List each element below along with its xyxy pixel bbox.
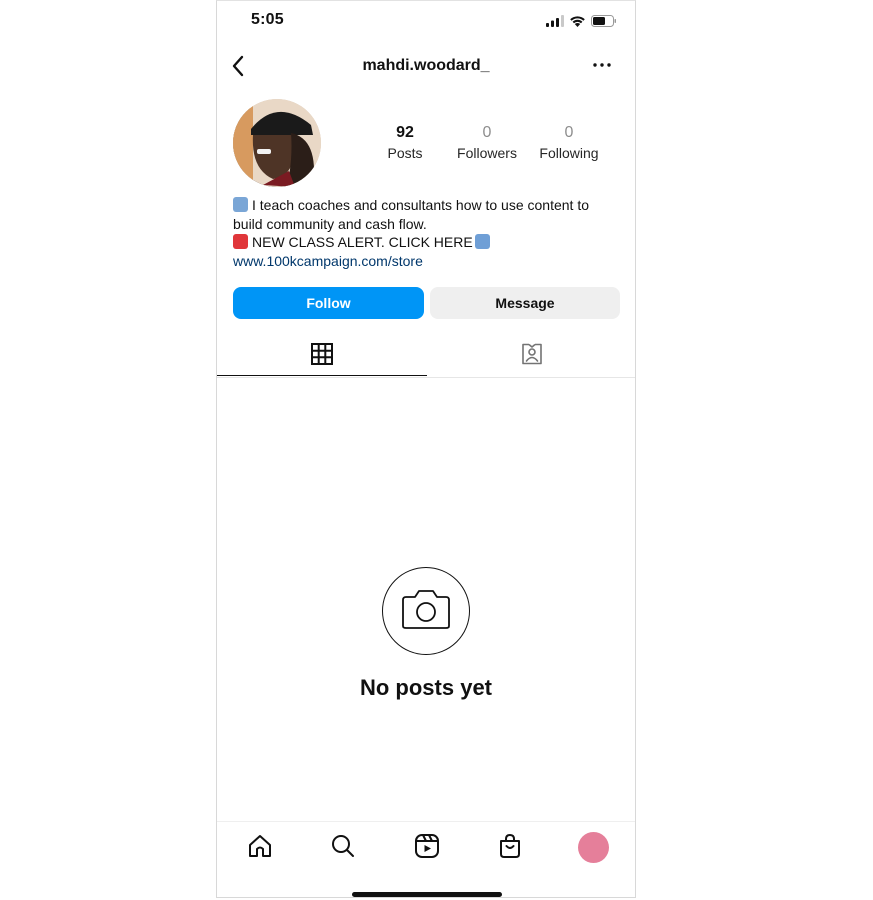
avatar-illustration: [233, 99, 321, 187]
posts-count: 92: [396, 124, 414, 141]
more-horizontal-icon: [591, 60, 613, 77]
profile-avatar: [578, 832, 609, 863]
tab-posts-grid[interactable]: [217, 337, 427, 376]
more-options-button[interactable]: [591, 57, 613, 73]
bottom-nav: [217, 821, 635, 874]
wifi-icon: [569, 14, 586, 32]
status-icons: [546, 14, 617, 32]
reels-icon: [414, 833, 440, 864]
shopping-bag-icon: [497, 833, 523, 864]
profile-stats: 92 Posts 0 Followers 0 Following: [367, 124, 607, 163]
home-icon: [247, 833, 273, 864]
follow-button[interactable]: Follow: [233, 287, 424, 319]
following-count: 0: [564, 124, 574, 141]
message-button[interactable]: Message: [430, 287, 620, 319]
tab-tagged[interactable]: [427, 337, 635, 375]
status-time: 5:05: [251, 11, 284, 28]
bar-chart-emoji: [233, 197, 248, 212]
home-indicator[interactable]: [352, 892, 502, 897]
stat-following[interactable]: 0 Following: [531, 124, 607, 163]
search-icon: [330, 833, 356, 864]
stat-posts[interactable]: 92 Posts: [367, 124, 443, 163]
grid-icon: [311, 342, 333, 370]
bio-line-1: I teach coaches and consultants how to u…: [233, 196, 621, 233]
camera-icon: [401, 588, 451, 635]
profile-username: mahdi.woodard_: [362, 57, 490, 74]
followers-count: 0: [482, 124, 492, 141]
profile-header: mahdi.woodard_: [217, 51, 635, 81]
bio-website-link[interactable]: www.100kcampaign.com/store: [233, 252, 621, 271]
nav-home[interactable]: [246, 834, 274, 862]
nav-profile[interactable]: [578, 832, 609, 863]
phone-screen: 5:05 mahdi.woodard_ 92 Posts 0 Followers…: [216, 0, 636, 898]
bio-line-2: NEW CLASS ALERT. CLICK HERE: [233, 233, 621, 252]
nav-reels[interactable]: [413, 833, 441, 864]
bio-text: I teach coaches and consultants how to u…: [233, 197, 589, 232]
posts-label: Posts: [387, 145, 423, 161]
profile-tabs: [217, 337, 635, 378]
tagged-person-icon: [520, 342, 544, 371]
empty-state-message: No posts yet: [359, 675, 493, 700]
down-left-arrow-emoji: [474, 234, 490, 249]
stat-followers[interactable]: 0 Followers: [443, 124, 531, 163]
empty-state: No posts yet: [217, 567, 635, 701]
status-bar: 5:05: [217, 11, 635, 31]
cellular-signal-icon: [546, 14, 564, 32]
profile-avatar-photo[interactable]: [233, 99, 321, 187]
profile-bio: I teach coaches and consultants how to u…: [233, 196, 621, 270]
following-label: Following: [539, 145, 599, 161]
nav-search[interactable]: [329, 834, 357, 862]
bio-cta-text: NEW CLASS ALERT. CLICK HERE: [252, 234, 473, 250]
siren-emoji: [233, 234, 248, 249]
battery-icon: [591, 14, 617, 32]
nav-shop[interactable]: [496, 833, 524, 864]
camera-circle: [382, 567, 470, 655]
followers-label: Followers: [457, 145, 517, 161]
